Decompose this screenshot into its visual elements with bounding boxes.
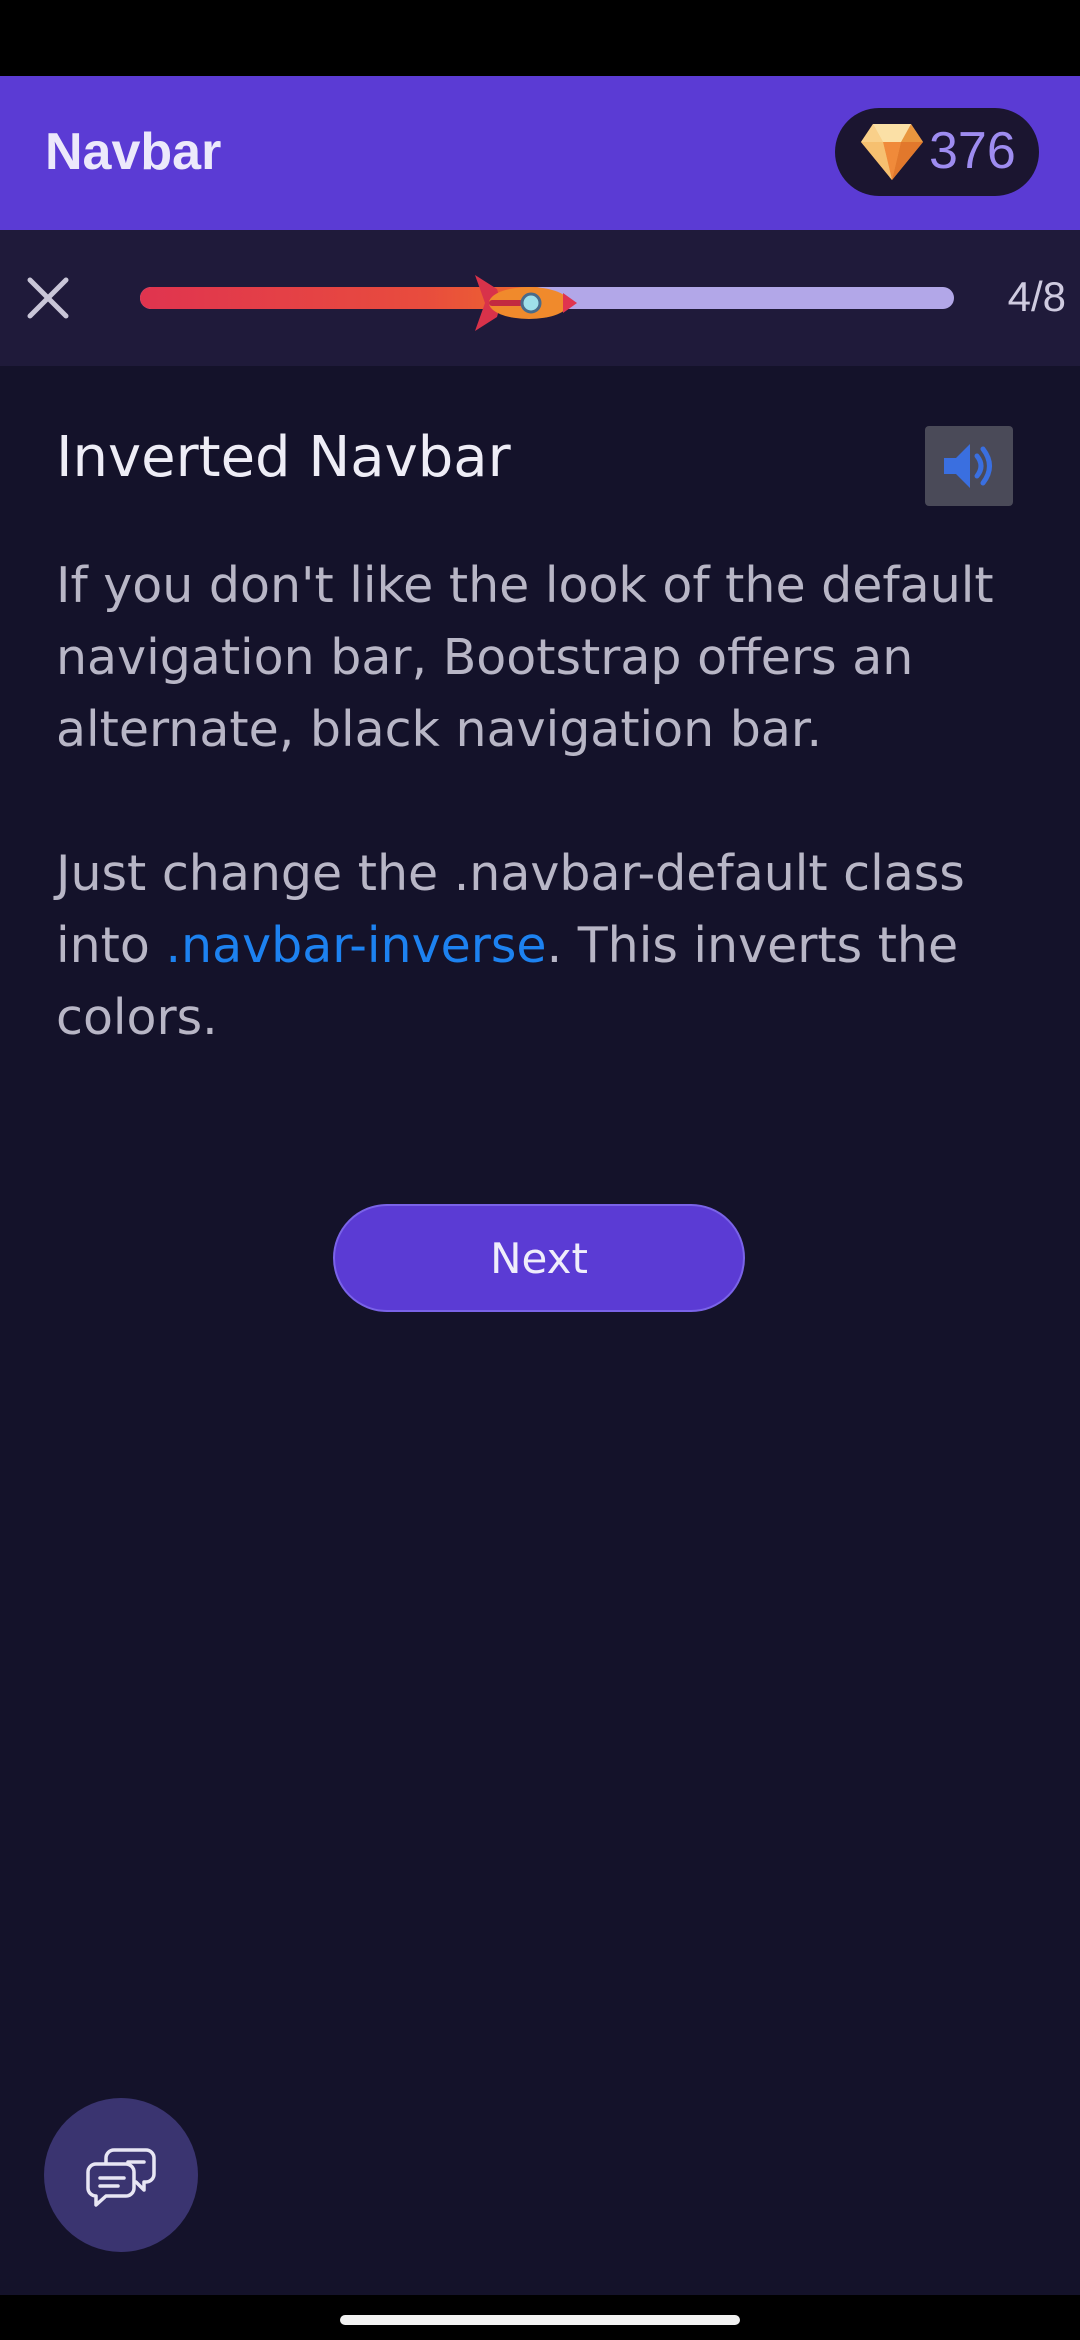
rocket-icon bbox=[475, 275, 577, 331]
app-title: Navbar bbox=[45, 123, 222, 181]
progress-track bbox=[140, 275, 954, 331]
lesson-title: Inverted Navbar bbox=[56, 425, 511, 490]
close-icon bbox=[27, 277, 69, 319]
chat-bubbles-icon bbox=[86, 2148, 156, 2207]
gem-counter[interactable]: 376 bbox=[835, 108, 1039, 196]
lesson-progress-header: 4/8 bbox=[0, 230, 1080, 366]
app-bar: Navbar 376 bbox=[0, 76, 1080, 230]
lesson-content: Inverted Navbar If you don't like the lo… bbox=[0, 366, 1080, 2295]
progress-label: 4/8 bbox=[1007, 273, 1066, 320]
code-keyword-link[interactable]: .navbar-inverse bbox=[165, 917, 546, 974]
status-bar bbox=[0, 0, 1080, 76]
home-indicator[interactable] bbox=[340, 2315, 740, 2325]
gem-count: 376 bbox=[929, 122, 1016, 180]
next-button[interactable]: Next bbox=[333, 1204, 745, 1312]
lesson-paragraph-1: If you don't like the look of the defaul… bbox=[56, 557, 994, 758]
diamond-icon bbox=[861, 124, 923, 180]
close-button[interactable] bbox=[20, 270, 76, 326]
lesson-paragraph-2: Just change the .navbar-default class in… bbox=[56, 838, 1046, 1054]
chat-button[interactable] bbox=[44, 2098, 198, 2252]
speaker-icon bbox=[944, 444, 992, 488]
system-nav-bar bbox=[0, 2295, 1080, 2340]
audio-button[interactable] bbox=[925, 426, 1013, 506]
